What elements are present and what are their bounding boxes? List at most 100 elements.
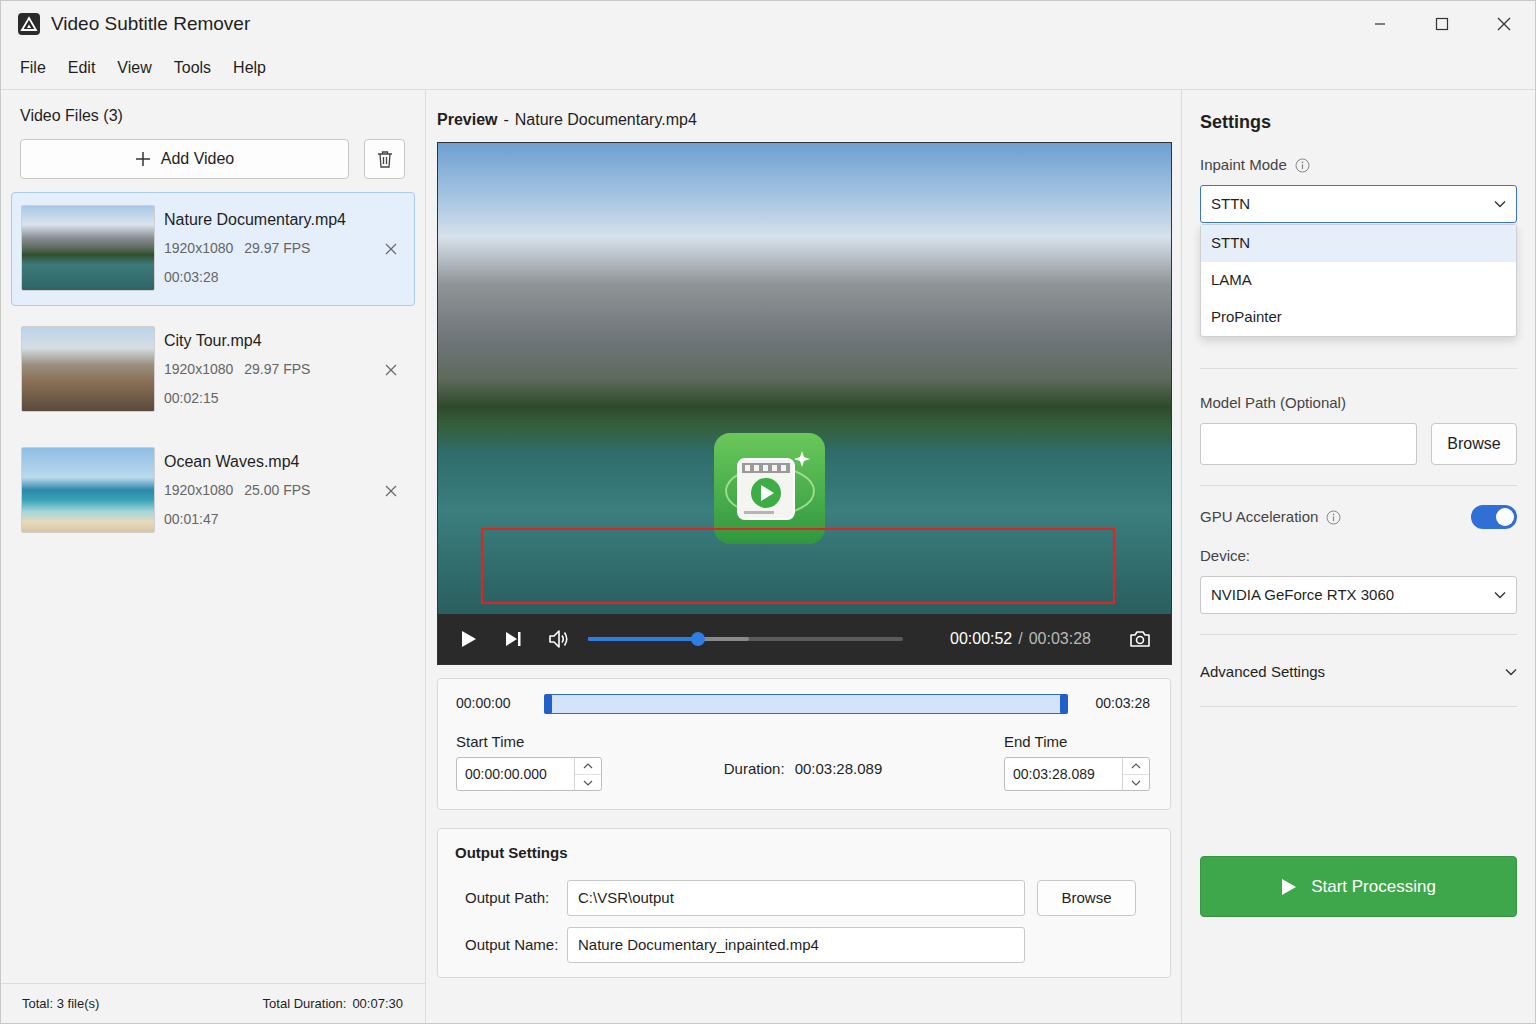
play-icon: [1281, 878, 1297, 896]
next-frame-icon[interactable]: [504, 630, 522, 648]
seek-bar[interactable]: [588, 637, 903, 641]
gpu-acceleration-label: GPU Acceleration: [1200, 507, 1341, 527]
file-panel: Video Files (3) Add Video Nature Documen…: [1, 90, 426, 1023]
end-time-input[interactable]: [1005, 758, 1122, 790]
output-name-input[interactable]: [567, 927, 1025, 963]
model-path-input[interactable]: [1200, 423, 1417, 465]
file-meta: 1920x1080 29.97 FPS: [164, 355, 370, 384]
menu-item[interactable]: File: [9, 52, 57, 84]
file-duration: 00:02:15: [164, 384, 370, 413]
dropdown-option[interactable]: ProPainter: [1201, 299, 1516, 336]
output-panel: Output Settings Output Path: Browse Outp…: [437, 828, 1171, 978]
dropdown-option[interactable]: LAMA: [1201, 262, 1516, 299]
minimize-icon[interactable]: [1349, 1, 1411, 47]
range-fill: [544, 694, 1068, 714]
file-item[interactable]: City Tour.mp41920x1080 29.97 FPS00:02:15: [11, 313, 415, 427]
advanced-settings-toggle[interactable]: Advanced Settings: [1200, 662, 1517, 682]
chevron-down-icon: [1494, 591, 1506, 599]
start-processing-button[interactable]: Start Processing: [1200, 856, 1517, 917]
decrement-icon[interactable]: [575, 774, 601, 790]
app-logo-icon: [18, 13, 40, 35]
file-item[interactable]: Ocean Waves.mp41920x1080 25.00 FPS00:01:4…: [11, 434, 415, 548]
menu-item[interactable]: Tools: [163, 52, 222, 84]
gpu-toggle[interactable]: [1471, 505, 1517, 529]
play-icon[interactable]: [460, 629, 478, 649]
remove-file-icon[interactable]: [379, 358, 403, 382]
output-path-label: Output Path:: [455, 887, 555, 910]
file-info: Nature Documentary.mp41920x108029.97 FPS…: [164, 205, 370, 292]
app-window: Video Subtitle Remover FileEditViewTools…: [0, 0, 1536, 1024]
settings-title: Settings: [1200, 90, 1517, 133]
range-track[interactable]: [544, 694, 1068, 714]
camera-icon[interactable]: [1129, 630, 1151, 648]
total-duration: 00:07:30: [352, 994, 403, 1014]
info-icon[interactable]: [1295, 158, 1310, 173]
trim-panel: 00:00:00 00:03:28 Start Time: [437, 678, 1171, 810]
remove-file-icon[interactable]: [379, 237, 403, 261]
start-time-field[interactable]: [456, 757, 602, 791]
menu-bar: FileEditViewToolsHelp: [1, 47, 1535, 89]
file-fps: 29.97 FPS: [244, 355, 310, 384]
file-panel-footer: Total: 3 file(s) Total Duration:00:07:30: [1, 983, 425, 1023]
output-name-label: Output Name:: [455, 934, 555, 957]
remove-file-icon[interactable]: [379, 479, 403, 503]
file-resolution: 1920x1080: [164, 355, 233, 384]
add-video-button[interactable]: Add Video: [20, 139, 349, 179]
maximize-icon[interactable]: [1411, 1, 1473, 47]
duration-display: Duration:00:03:28.089: [724, 758, 882, 781]
close-window-icon[interactable]: [1473, 1, 1535, 47]
chevron-down-icon: [1505, 668, 1517, 676]
settings-panel: Settings Inpaint Mode STTN STTNLAMAProPa…: [1182, 90, 1535, 1023]
file-resolution: 1920x1080: [164, 476, 233, 505]
start-time-input[interactable]: [457, 758, 574, 790]
decrement-icon[interactable]: [1123, 774, 1149, 790]
time-display: 00:00:52/00:03:28: [950, 627, 1091, 651]
file-duration: 00:03:28: [164, 263, 370, 292]
title-bar: Video Subtitle Remover: [1, 1, 1535, 47]
device-label: Device:: [1200, 546, 1517, 566]
increment-icon[interactable]: [575, 758, 601, 774]
delete-button[interactable]: [364, 139, 405, 179]
total-duration-label: Total Duration:: [263, 994, 347, 1014]
file-meta: 1920x1080 25.00 FPS: [164, 476, 370, 505]
info-icon[interactable]: [1326, 510, 1341, 525]
file-name: City Tour.mp4: [164, 326, 370, 355]
file-info: City Tour.mp41920x1080 29.97 FPS00:02:15: [164, 326, 370, 413]
preview-panel: Preview-Nature Documentary.mp4: [426, 90, 1182, 1023]
preview-title: Preview-Nature Documentary.mp4: [437, 90, 1171, 130]
video-frame: [438, 143, 1171, 614]
browse-button[interactable]: Browse: [1431, 423, 1517, 465]
device-select[interactable]: NVIDIA GeForce RTX 3060: [1200, 576, 1517, 614]
total-files: Total: 3 file(s): [22, 994, 99, 1014]
volume-icon[interactable]: [548, 629, 570, 649]
window-title: Video Subtitle Remover: [51, 10, 250, 39]
file-name: Ocean Waves.mp4: [164, 447, 370, 476]
file-duration: 00:01:47: [164, 505, 370, 534]
video-thumbnail: [21, 205, 155, 291]
output-path-input[interactable]: [567, 880, 1025, 916]
subtitle-area-box[interactable]: [481, 528, 1115, 604]
menu-item[interactable]: Help: [222, 52, 277, 84]
range-end-handle[interactable]: [1060, 694, 1068, 714]
video-thumbnail: [21, 326, 155, 412]
file-fps: 25.00 FPS: [244, 476, 310, 505]
browse-button[interactable]: Browse: [1037, 880, 1136, 916]
menu-item[interactable]: View: [106, 52, 162, 84]
range-start-handle[interactable]: [544, 694, 552, 714]
seek-thumb[interactable]: [691, 632, 705, 646]
player-controls: 00:00:52/00:03:28: [438, 614, 1171, 664]
file-item[interactable]: Nature Documentary.mp41920x108029.97 FPS…: [11, 192, 415, 306]
range-start-label: 00:00:00: [456, 693, 511, 714]
increment-icon[interactable]: [1123, 758, 1149, 774]
dropdown-option[interactable]: STTN: [1201, 225, 1516, 262]
start-time-label: Start Time: [456, 732, 602, 752]
output-title: Output Settings: [455, 843, 1154, 863]
trash-icon: [377, 150, 393, 168]
video-thumbnail: [21, 447, 155, 533]
file-fps: 29.97 FPS: [244, 234, 310, 263]
menu-item[interactable]: Edit: [57, 52, 107, 84]
inpaint-mode-dropdown: STTNLAMAProPainter: [1200, 224, 1517, 337]
end-time-field[interactable]: [1004, 757, 1150, 791]
range-end-label: 00:03:28: [1096, 693, 1151, 714]
inpaint-mode-select[interactable]: STTN STTNLAMAProPainter: [1200, 185, 1517, 223]
